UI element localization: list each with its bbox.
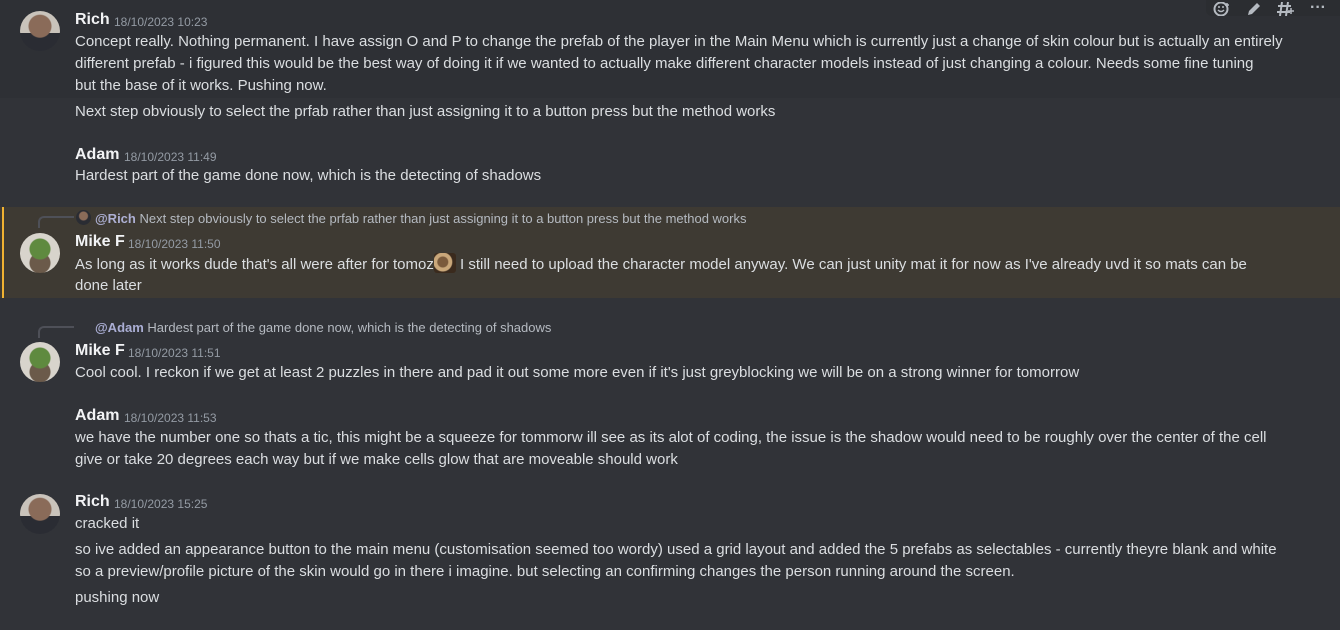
message-adam-1149[interactable]: Adam 18/10/2023 11:49 Hardest part of th…	[0, 140, 1340, 192]
reply-preview[interactable]: @Rich Next step obviously to select the …	[95, 208, 747, 230]
author-name[interactable]: Adam	[75, 405, 119, 427]
message-text-line: Next step obviously to select the prfab …	[75, 103, 776, 120]
timestamp: 18/10/2023 15:25	[114, 497, 208, 511]
message-text-line: so ive added an appearance button to the…	[75, 541, 1277, 558]
message-text-line: we have the number one so thats a tic, t…	[75, 429, 1267, 446]
message-text-line: Hardest part of the game done now, which…	[75, 167, 542, 184]
message-text: I still need to upload the character mod…	[455, 256, 1247, 273]
reply-preview[interactable]: @Adam Hardest part of the game done now,…	[95, 317, 551, 339]
mention-highlight-bar	[2, 207, 4, 298]
timestamp: 18/10/2023 11:53	[124, 411, 217, 425]
message-text-line: so a preview/profile picture of the skin…	[75, 563, 1015, 580]
create-thread-icon[interactable]	[1270, 0, 1302, 16]
message-text-line: As long as it works dude that's all were…	[75, 253, 1320, 276]
author-name[interactable]: Mike F	[75, 231, 125, 253]
timestamp: 18/10/2023 11:51	[128, 346, 221, 360]
author-name[interactable]: Adam	[75, 144, 119, 166]
add-reaction-icon[interactable]	[1206, 0, 1238, 16]
message-adam-1153[interactable]: Adam 18/10/2023 11:53 we have the number…	[0, 401, 1340, 475]
message-text: As long as it works dude that's all were…	[75, 256, 434, 273]
message-text-line: Concept really. Nothing permanent. I hav…	[75, 33, 1283, 50]
timestamp: 18/10/2023 11:50	[128, 237, 221, 251]
reply-spine	[38, 216, 74, 228]
edit-icon[interactable]	[1238, 0, 1270, 16]
message-rich-followup[interactable]: Next step obviously to select the prfab …	[0, 98, 1340, 126]
message-text-line: but the base of it works. Pushing now.	[75, 77, 327, 94]
reply-mention[interactable]: @Rich	[95, 211, 136, 226]
message-text-line: different prefab - i figured this would …	[75, 55, 1254, 72]
author-name[interactable]: Rich	[75, 491, 110, 513]
message-text-line: done later	[75, 277, 142, 294]
message-rich-1525[interactable]: Rich 18/10/2023 15:25 cracked it so ive …	[0, 488, 1340, 628]
message-rich-1023[interactable]: Rich 18/10/2023 10:23 Concept really. No…	[0, 0, 1340, 98]
message-text-line: pushing now	[75, 589, 160, 606]
message-mikef-1150[interactable]: @Rich Next step obviously to select the …	[0, 207, 1340, 298]
timestamp: 18/10/2023 10:23	[114, 15, 208, 29]
avatar[interactable]	[20, 494, 60, 534]
message-text-line: Cool cool. I reckon if we get at least 2…	[75, 364, 1080, 381]
avatar[interactable]	[20, 233, 60, 273]
message-mikef-1151[interactable]: @Adam Hardest part of the game done now,…	[0, 316, 1340, 386]
more-icon[interactable]: ···	[1302, 0, 1334, 16]
reply-avatar[interactable]	[76, 210, 91, 225]
author-name[interactable]: Rich	[75, 9, 110, 31]
reply-mention[interactable]: @Adam	[95, 320, 144, 335]
message-text-line: cracked it	[75, 515, 140, 532]
message-text-line: give or take 20 degrees each way but if …	[75, 451, 678, 468]
reply-preview-text: Hardest part of the game done now, which…	[147, 320, 552, 335]
avatar[interactable]	[20, 11, 60, 51]
custom-emoji-icon[interactable]	[433, 253, 456, 273]
message-action-toolbar: ···	[1206, 0, 1340, 16]
avatar[interactable]	[20, 342, 60, 382]
reply-spine	[38, 326, 74, 338]
reply-preview-text: Next step obviously to select the prfab …	[139, 211, 747, 226]
author-name[interactable]: Mike F	[75, 340, 125, 362]
